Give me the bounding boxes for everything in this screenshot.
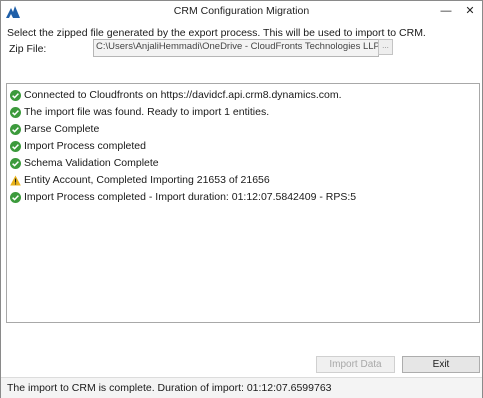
instruction-text: Select the zipped file generated by the …: [7, 27, 426, 39]
log-item-text: Entity Account, Completed Importing 2165…: [24, 174, 270, 186]
warning-triangle-icon: [10, 175, 21, 186]
log-item: Import Process completed - Import durati…: [10, 190, 356, 204]
log-item-text: Connected to Cloudfronts on https://davi…: [24, 89, 342, 101]
window-title: CRM Configuration Migration: [173, 5, 310, 17]
import-data-button[interactable]: Import Data: [316, 356, 395, 373]
check-circle-icon: [10, 123, 21, 135]
dialog-window: CRM Configuration Migration — ✕ Select t…: [0, 0, 483, 398]
zip-file-path-field[interactable]: C:\Users\AnjaliHemmadi\OneDrive - CloudF…: [93, 39, 379, 57]
log-item-text: Import Process completed: [24, 140, 146, 152]
zip-file-label: Zip File:: [9, 43, 47, 55]
log-item: Schema Validation Complete: [10, 156, 159, 170]
status-bar: The import to CRM is complete. Duration …: [1, 377, 482, 398]
title-bar: CRM Configuration Migration — ✕: [1, 1, 482, 23]
log-item: Connected to Cloudfronts on https://davi…: [10, 88, 342, 102]
import-log-panel: Connected to Cloudfronts on https://davi…: [6, 83, 480, 323]
check-circle-icon: [10, 191, 21, 203]
log-item-text: Parse Complete: [24, 123, 100, 135]
check-circle-icon: [10, 106, 21, 118]
log-item-text: Schema Validation Complete: [24, 157, 159, 169]
close-button[interactable]: ✕: [459, 3, 481, 19]
log-item: Import Process completed: [10, 139, 146, 153]
log-item: Parse Complete: [10, 122, 99, 136]
status-text: The import to CRM is complete. Duration …: [7, 382, 332, 394]
log-item: Entity Account, Completed Importing 2165…: [10, 173, 270, 187]
check-circle-icon: [10, 157, 21, 169]
log-item: The import file was found. Ready to impo…: [10, 105, 269, 119]
minimize-button[interactable]: —: [435, 3, 457, 19]
check-circle-icon: [10, 89, 21, 101]
log-item-text: The import file was found. Ready to impo…: [24, 106, 270, 118]
exit-button[interactable]: Exit: [402, 356, 480, 373]
browse-button[interactable]: ...: [378, 39, 393, 55]
check-circle-icon: [10, 140, 21, 152]
log-item-text: Import Process completed - Import durati…: [24, 191, 357, 203]
